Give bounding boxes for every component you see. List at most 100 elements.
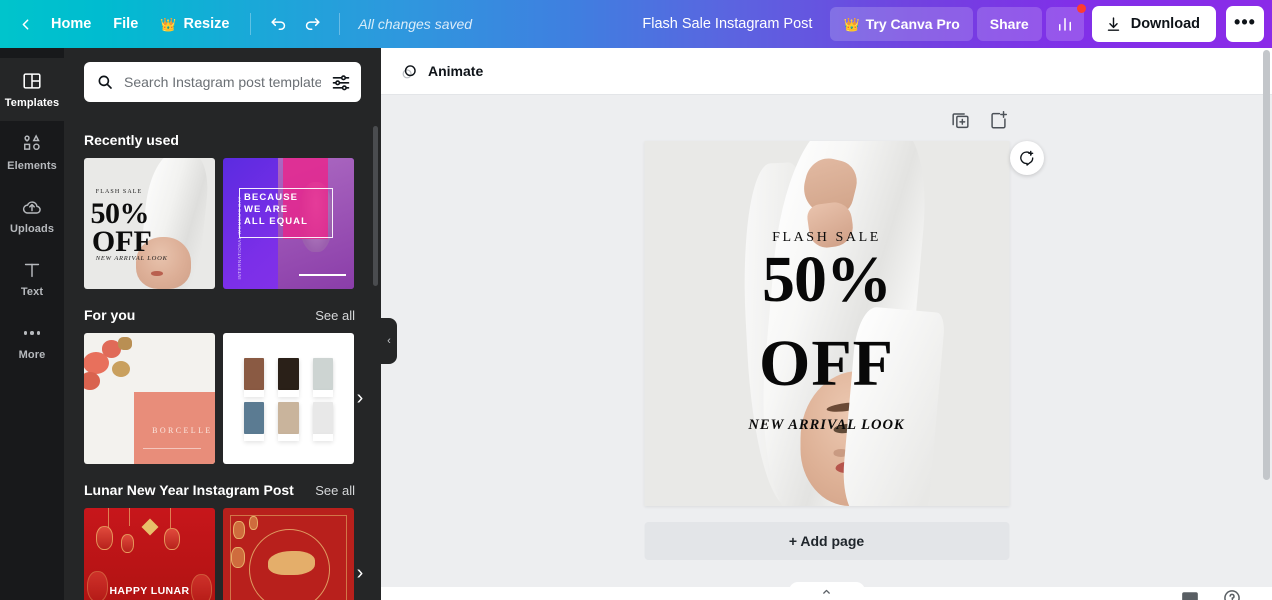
sidebar-item-uploads[interactable]: Uploads: [0, 184, 64, 247]
sidebar-label-text: Text: [20, 286, 44, 298]
lantern-1: [95, 526, 113, 550]
sidebar-item-templates[interactable]: Templates: [0, 58, 64, 121]
template-row-recently-used: FLASH SALE 50% OFF NEW ARRIVAL LOOK BECA…: [64, 158, 381, 289]
hang-line-2: [128, 508, 130, 527]
search-box[interactable]: [84, 62, 361, 102]
main-scrollbar[interactable]: [1263, 50, 1270, 480]
crown-icon: 👑: [843, 16, 860, 32]
sidebar-label-templates: Templates: [4, 97, 60, 109]
redo-button[interactable]: [295, 7, 329, 41]
swatch-6: [312, 401, 334, 441]
equal-line-1: BECAUSE: [243, 192, 299, 204]
toolbar-divider-1: [250, 13, 252, 35]
share-label: Share: [989, 16, 1029, 32]
section-header-for-you: For you See all: [64, 289, 381, 333]
add-page-after-icon[interactable]: [987, 109, 1009, 131]
insights-button[interactable]: [1045, 4, 1086, 41]
thumb-art-underline: [298, 274, 347, 276]
swatch-grid: [243, 357, 334, 441]
resize-button[interactable]: 👑 Resize: [149, 7, 240, 41]
thumb-text-brand: BORCELLE: [152, 426, 213, 435]
left-rail: Templates Elements Uploads Text More: [0, 48, 64, 600]
home-button[interactable]: Home: [40, 7, 102, 41]
template-thumb-borcelle[interactable]: BORCELLE: [84, 333, 215, 464]
template-thumb-flash-sale[interactable]: FLASH SALE 50% OFF NEW ARRIVAL LOOK: [84, 158, 215, 289]
search-input[interactable]: [124, 74, 321, 90]
carousel-next-for-you[interactable]: ›: [347, 386, 373, 412]
lantern-3: [163, 527, 180, 550]
share-button[interactable]: Share: [976, 7, 1042, 41]
artboard-text-new-arrival[interactable]: NEW ARRIVAL LOOK: [644, 417, 1009, 434]
add-page-label: + Add page: [788, 533, 865, 549]
search-area: [64, 48, 381, 108]
undo-icon: [271, 17, 286, 30]
file-button[interactable]: File: [102, 7, 149, 41]
search-icon: [98, 75, 112, 89]
sidebar-item-text[interactable]: Text: [0, 247, 64, 310]
download-button[interactable]: Download: [1091, 6, 1216, 42]
swatch-4: [243, 401, 265, 441]
template-thumb-lny-2022[interactable]: Happy Lunar New Year 2022: [223, 508, 354, 600]
add-page-button[interactable]: + Add page: [644, 522, 1009, 560]
cloud-upload-icon: [22, 201, 41, 214]
undo-button[interactable]: [261, 7, 295, 41]
templates-panel: Recently used FLASH SALE 50% OFF NEW ARR…: [64, 48, 381, 600]
help-icon[interactable]: [1222, 588, 1242, 600]
sidebar-item-more[interactable]: More: [0, 310, 64, 373]
thumb-text-equal: BECAUSE WE ARE ALL EQUAL: [244, 192, 308, 228]
add-comment-button[interactable]: [1009, 141, 1044, 175]
file-label: File: [113, 16, 139, 32]
panel-scroll-region[interactable]: Recently used FLASH SALE 50% OFF NEW ARR…: [64, 114, 381, 600]
animate-button[interactable]: Animate: [389, 54, 494, 88]
try-pro-label: Try Canva Pro: [865, 16, 960, 32]
section-header-recently-used: Recently used: [64, 114, 381, 158]
lantern-2: [120, 534, 134, 553]
try-canva-pro-button[interactable]: 👑 Try Canva Pro: [830, 7, 973, 41]
document-title[interactable]: Flash Sale Instagram Post: [628, 7, 826, 41]
top-toolbar-left: Home File 👑 Resize All changes saved: [10, 7, 472, 41]
grid-view-icon[interactable]: [1180, 588, 1200, 600]
filter-sliders-icon[interactable]: [331, 72, 351, 92]
more-options-button[interactable]: •••: [1226, 6, 1264, 42]
see-all-for-you[interactable]: See all: [315, 308, 355, 323]
thumb-text-new-arrival: NEW ARRIVAL LOOK: [95, 254, 168, 262]
artboard-text-off[interactable]: OFF: [644, 330, 1009, 397]
animate-toolbar: Animate: [381, 48, 1272, 95]
artboard-text-percent[interactable]: 50%: [644, 246, 1009, 313]
save-status: All changes saved: [358, 16, 473, 32]
tiger-icon: [267, 551, 315, 575]
toolbar-divider-2: [339, 13, 341, 35]
carousel-next-lunar[interactable]: ›: [347, 561, 373, 587]
panel-scrollbar[interactable]: [373, 126, 378, 286]
top-toolbar-right: Flash Sale Instagram Post 👑 Try Canva Pr…: [628, 4, 1264, 42]
lny2-lantern-3: [230, 547, 246, 569]
duplicate-page-icon[interactable]: [949, 109, 971, 131]
template-thumb-all-equal[interactable]: BECAUSE WE ARE ALL EQUAL INTERNATIONAL W…: [223, 158, 354, 289]
swatch-3: [312, 357, 334, 397]
back-button[interactable]: [10, 7, 40, 41]
template-row-lunar-new-year: HAPPY LUNAR NEW YEAR SUPER SALE Happy Lu…: [64, 508, 381, 600]
flower-e: [118, 337, 132, 351]
swatch-1: [243, 357, 265, 397]
template-thumb-color-palette[interactable]: [223, 333, 354, 464]
add-comment-icon: [1019, 150, 1033, 166]
home-label: Home: [51, 16, 92, 32]
sidebar-item-elements[interactable]: Elements: [0, 121, 64, 184]
swatch-5: [278, 401, 300, 441]
sidebar-label-uploads: Uploads: [9, 223, 55, 235]
animate-label: Animate: [428, 63, 484, 79]
thumb-text-vertical: INTERNATIONAL WOMEN'S DAY: [237, 196, 243, 280]
flower-c: [84, 372, 101, 390]
thumb-text-flash-sale: FLASH SALE: [95, 189, 143, 196]
animate-circles-icon: [402, 64, 416, 78]
see-all-lunar[interactable]: See all: [315, 483, 355, 498]
collapse-panel-handle[interactable]: ‹: [381, 318, 397, 364]
crown-icon: 👑: [160, 16, 177, 32]
thumb-art-lips: [150, 271, 163, 276]
chevron-left-icon: [22, 18, 28, 30]
lny2-lantern-1: [233, 521, 246, 540]
expand-pages-tab[interactable]: [788, 582, 865, 600]
template-thumb-lny-super-sale[interactable]: HAPPY LUNAR NEW YEAR SUPER SALE: [84, 508, 215, 600]
design-artboard[interactable]: FLASH SALE 50% OFF NEW ARRIVAL LOOK: [644, 141, 1009, 506]
chevron-up-icon: [823, 589, 830, 594]
